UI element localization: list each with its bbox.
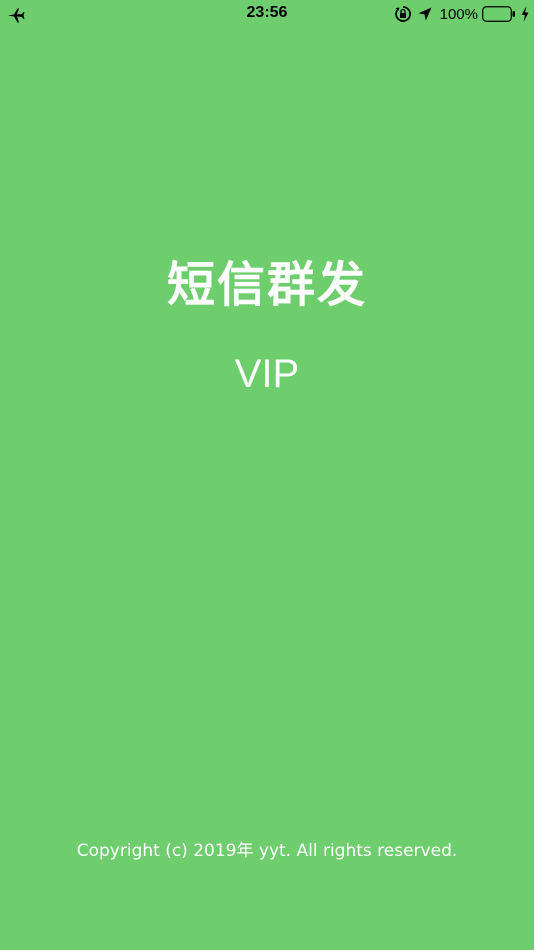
status-bar: 23:56 100% xyxy=(0,0,534,30)
battery-percent: 100% xyxy=(439,5,478,23)
location-arrow-icon xyxy=(416,5,434,23)
charging-bolt-icon xyxy=(520,5,530,23)
status-right-group: 100% xyxy=(394,3,530,25)
app-subtitle: VIP xyxy=(234,352,300,396)
battery-icon xyxy=(482,6,516,22)
app-title: 短信群发 xyxy=(166,257,367,313)
orientation-lock-icon xyxy=(394,5,412,23)
copyright-notice: Copyright (c) 2019年 yyt. All rights rese… xyxy=(76,841,458,861)
